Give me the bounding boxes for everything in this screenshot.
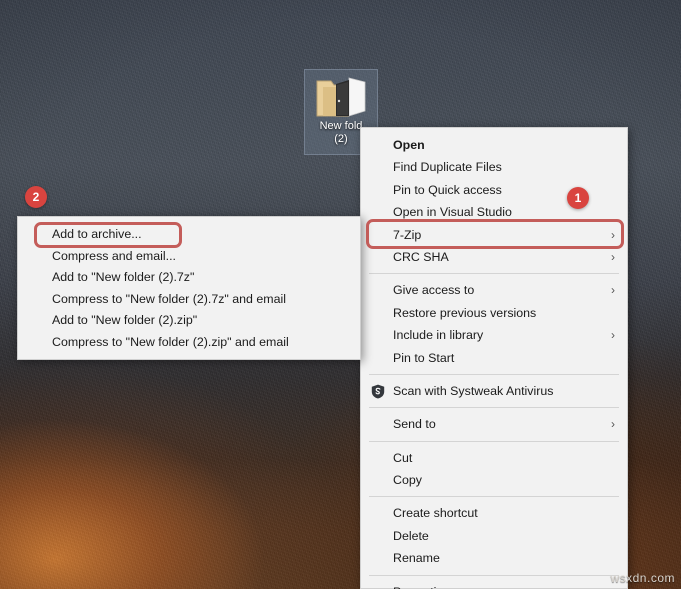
menu-separator xyxy=(369,440,619,442)
chevron-right-icon: › xyxy=(611,283,615,298)
menu-item-add-to-new-folder-2-7z[interactable]: Add to "New folder (2).7z" xyxy=(18,267,360,289)
menu-item-label: Compress to "New folder (2).7z" and emai… xyxy=(52,291,286,306)
menu-item-label: Open xyxy=(393,138,425,152)
menu-item-label: Find Duplicate Files xyxy=(393,160,502,175)
menu-item-label: Include in library xyxy=(393,328,484,343)
menu-item-label: Compress and email... xyxy=(52,248,176,263)
menu-item-label: CRC SHA xyxy=(393,249,449,264)
menu-item-crc-sha[interactable]: CRC SHA › xyxy=(361,246,627,268)
menu-item-open-in-visual-studio[interactable]: Open in Visual Studio xyxy=(361,201,627,223)
menu-item-7-zip[interactable]: 7-Zip › xyxy=(361,224,627,246)
menu-item-include-in-library[interactable]: Include in library › xyxy=(361,324,627,346)
menu-item-open[interactable]: Open xyxy=(361,134,627,156)
chevron-right-icon: › xyxy=(611,249,615,264)
chevron-right-icon: › xyxy=(611,417,615,432)
menu-item-label: 7-Zip xyxy=(393,227,422,242)
chevron-right-icon: › xyxy=(611,227,615,242)
menu-item-pin-to-start[interactable]: Pin to Start xyxy=(361,347,627,369)
menu-item-delete[interactable]: Delete xyxy=(361,525,627,547)
menu-item-label: Restore previous versions xyxy=(393,305,537,320)
watermark: wsxdn.com xyxy=(610,571,675,585)
menu-item-label: Add to "New folder (2).7z" xyxy=(52,270,195,284)
step-badge-2: 2 xyxy=(25,186,47,208)
chevron-right-icon: › xyxy=(611,328,615,343)
menu-item-label: Add to "New folder (2).zip" xyxy=(52,313,198,327)
menu-item-add-to-new-folder-2-zip[interactable]: Add to "New folder (2).zip" xyxy=(18,310,360,332)
menu-item-label: Give access to xyxy=(393,283,475,298)
menu-item-label: Open in Visual Studio xyxy=(393,205,512,220)
menu-item-rename[interactable]: Rename xyxy=(361,547,627,569)
step-badge-1: 1 xyxy=(567,187,589,209)
menu-item-label: Delete xyxy=(393,528,429,543)
submenu-7zip[interactable]: Add to archive... Compress and email... Ad… xyxy=(17,216,361,360)
menu-item-cut[interactable]: Cut xyxy=(361,447,627,469)
menu-item-label: Compress to "New folder (2).zip" and ema… xyxy=(52,334,289,349)
menu-item-label: Create shortcut xyxy=(393,506,478,521)
menu-separator xyxy=(369,574,619,576)
menu-item-properties[interactable]: Properties xyxy=(361,581,627,589)
menu-item-label: Properties xyxy=(393,585,449,589)
menu-separator xyxy=(369,273,619,275)
menu-item-label: Pin to Quick access xyxy=(393,182,502,197)
menu-item-label: Cut xyxy=(393,450,413,465)
menu-item-find-duplicate-files[interactable]: Find Duplicate Files xyxy=(361,156,627,178)
menu-item-compress-to-new-folder-2-zip-and-email[interactable]: Compress to "New folder (2).zip" and ema… xyxy=(18,332,360,354)
menu-separator xyxy=(369,373,619,375)
menu-item-restore-previous-versions[interactable]: Restore previous versions xyxy=(361,302,627,324)
menu-item-add-to-archive[interactable]: Add to archive... xyxy=(18,224,360,246)
menu-separator xyxy=(369,407,619,409)
desktop-icon-label-line1: New fold xyxy=(319,120,363,132)
desktop[interactable]: New fold (2) Open Find Duplicate Files Pin… xyxy=(0,0,681,589)
menu-item-label: Pin to Start xyxy=(393,350,455,365)
shield-icon xyxy=(371,384,385,399)
menu-item-label: Send to xyxy=(393,417,436,432)
menu-item-label: Rename xyxy=(393,551,440,566)
menu-item-label: Scan with Systweak Antivirus xyxy=(393,383,554,398)
menu-item-label: Add to archive... xyxy=(52,227,142,241)
menu-item-send-to[interactable]: Send to › xyxy=(361,413,627,435)
menu-separator xyxy=(369,496,619,498)
menu-item-copy[interactable]: Copy xyxy=(361,469,627,491)
menu-item-give-access-to[interactable]: Give access to › xyxy=(361,279,627,301)
menu-item-scan-with-systweak-antivirus[interactable]: Scan with Systweak Antivirus xyxy=(361,380,627,402)
menu-item-compress-and-email[interactable]: Compress and email... xyxy=(18,246,360,268)
menu-item-compress-to-new-folder-2-7z-and-email[interactable]: Compress to "New folder (2).7z" and emai… xyxy=(18,289,360,311)
folder-open-icon xyxy=(315,75,367,118)
desktop-icon-label-line2: (2) xyxy=(334,133,348,145)
menu-item-label: Copy xyxy=(393,473,422,488)
menu-item-create-shortcut[interactable]: Create shortcut xyxy=(361,502,627,524)
